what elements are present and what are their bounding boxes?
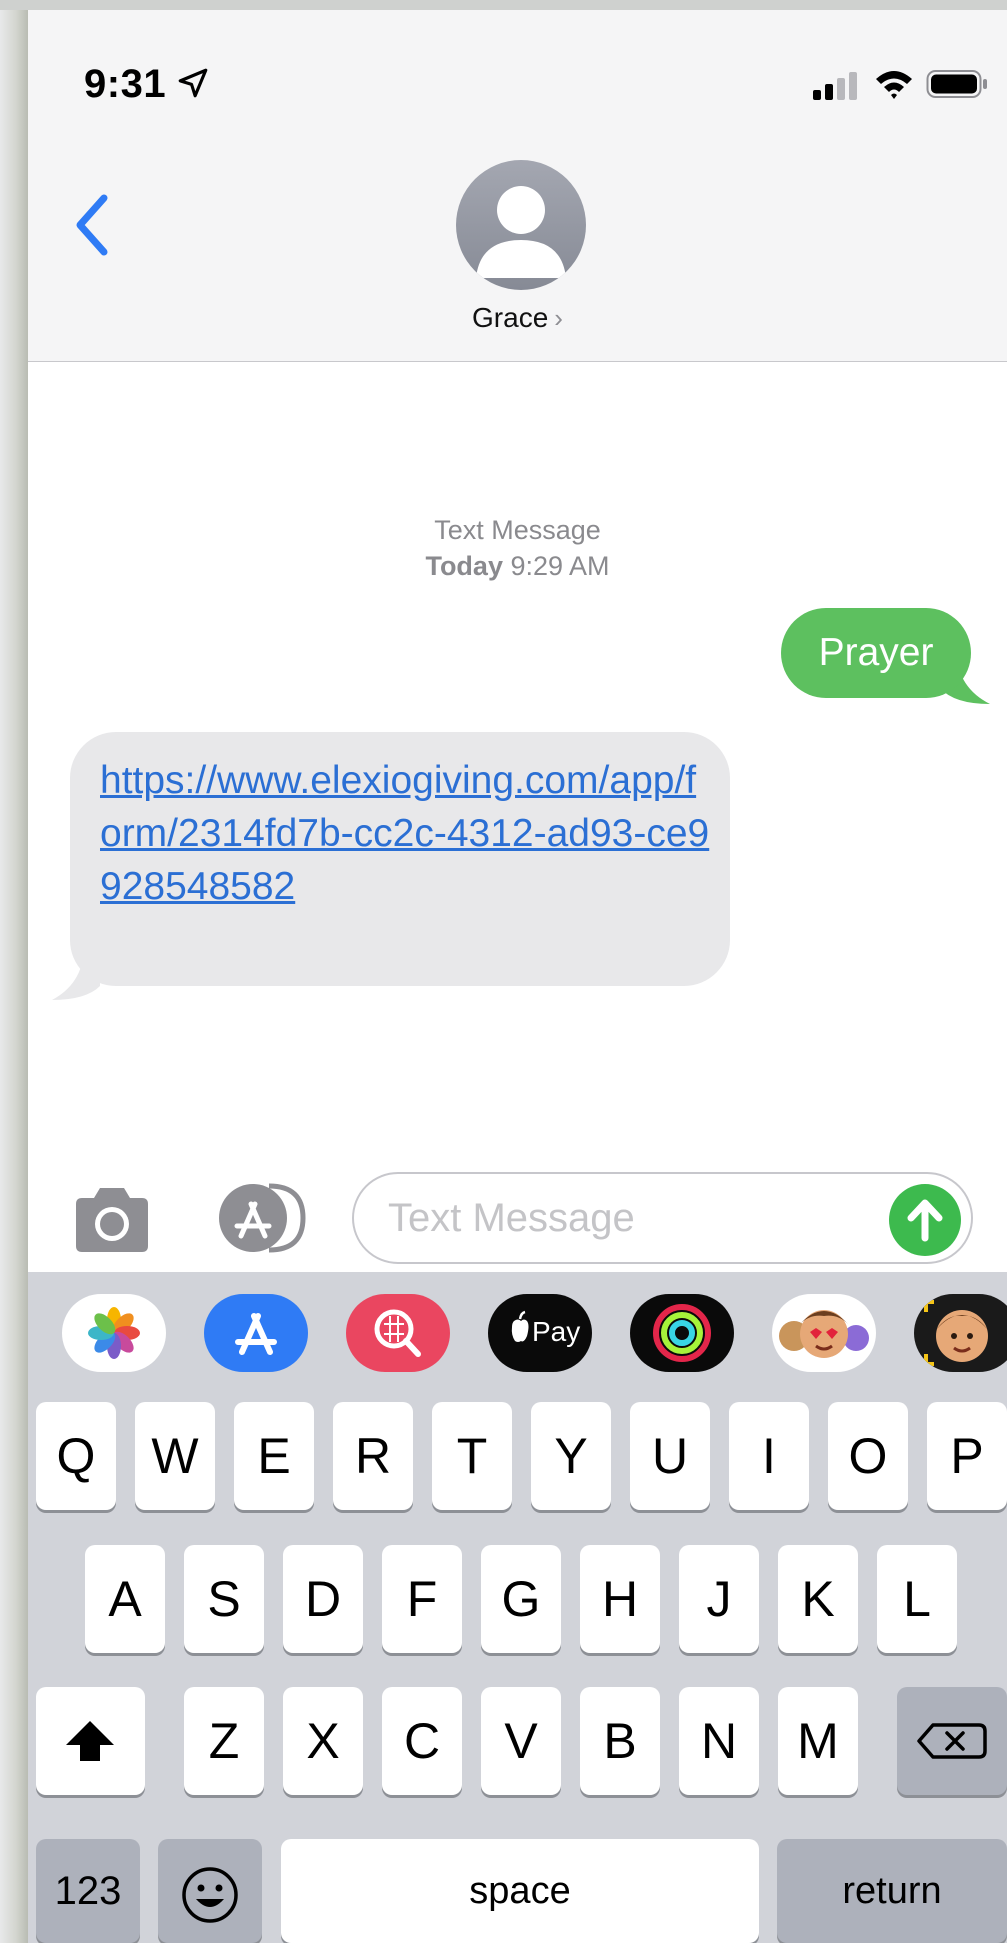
key-k[interactable]: K	[778, 1545, 858, 1653]
key-n[interactable]: N	[679, 1687, 759, 1795]
outgoing-message-text: Prayer	[818, 631, 934, 674]
shift-arrow-icon	[66, 1721, 114, 1761]
keyboard: Q W E R T Y U I O P A S D F G H J K L Z …	[28, 1402, 1007, 1943]
emoji-icon	[182, 1867, 238, 1923]
message-input[interactable]	[388, 1188, 868, 1248]
key-d[interactable]: D	[283, 1545, 363, 1653]
return-key[interactable]: return	[777, 1839, 1007, 1943]
contact-name-button[interactable]: Grace ›	[28, 302, 1007, 334]
key-u[interactable]: U	[630, 1402, 710, 1510]
delete-key[interactable]	[897, 1687, 1007, 1795]
phone-screen: 9:31 Grace › Text Message Today 9:29 AM …	[28, 10, 1007, 1943]
numbers-key[interactable]: 123	[36, 1839, 140, 1943]
activity-icon[interactable]	[630, 1294, 734, 1372]
key-q[interactable]: Q	[36, 1402, 116, 1510]
key-g[interactable]: G	[481, 1545, 561, 1653]
incoming-message-bubble: https://www.elexiogiving.com/app/form/23…	[70, 732, 730, 986]
key-o[interactable]: O	[828, 1402, 908, 1510]
timestamp-time: 9:29 AM	[510, 551, 610, 581]
animoji-icon[interactable]	[914, 1294, 1007, 1372]
space-key[interactable]: space	[281, 1839, 759, 1943]
app-store-drawer-icon[interactable]	[211, 1182, 307, 1254]
contact-avatar[interactable]	[456, 160, 586, 290]
key-r[interactable]: R	[333, 1402, 413, 1510]
key-s[interactable]: S	[184, 1545, 264, 1653]
arrow-up-icon	[907, 1199, 943, 1242]
key-f[interactable]: F	[382, 1545, 462, 1653]
cellular-signal-icon	[813, 72, 857, 100]
backspace-icon	[917, 1723, 987, 1759]
key-x[interactable]: X	[283, 1687, 363, 1795]
photos-app-icon[interactable]	[62, 1294, 166, 1372]
key-y[interactable]: Y	[531, 1402, 611, 1510]
key-v[interactable]: V	[481, 1687, 561, 1795]
outgoing-message-bubble[interactable]: Prayer	[781, 608, 971, 698]
person-silhouette-icon	[476, 186, 566, 278]
emoji-key[interactable]	[158, 1839, 262, 1943]
service-label: Text Message	[434, 515, 601, 545]
key-w[interactable]: W	[135, 1402, 215, 1510]
battery-icon	[926, 70, 987, 98]
apple-pay-icon[interactable]: Pay	[488, 1294, 592, 1372]
key-i[interactable]: I	[729, 1402, 809, 1510]
chevron-right-icon: ›	[554, 303, 563, 333]
key-p[interactable]: P	[927, 1402, 1007, 1510]
device-bezel-top	[0, 0, 1007, 10]
key-m[interactable]: M	[778, 1687, 858, 1795]
status-time: 9:31	[84, 62, 167, 106]
device-bezel	[0, 0, 28, 1943]
message-list[interactable]: Text Message Today 9:29 AM Prayer https:…	[28, 362, 1007, 1162]
send-button[interactable]	[889, 1184, 961, 1256]
back-chevron-icon[interactable]	[70, 192, 114, 258]
shift-key[interactable]	[36, 1687, 145, 1795]
contact-name: Grace	[472, 302, 549, 333]
app-store-icon[interactable]	[204, 1294, 308, 1372]
timestamp-day: Today	[425, 551, 503, 581]
wifi-icon	[876, 71, 912, 99]
key-t[interactable]: T	[432, 1402, 512, 1510]
key-a[interactable]: A	[85, 1545, 165, 1653]
key-j[interactable]: J	[679, 1545, 759, 1653]
compose-bar	[28, 1162, 1007, 1272]
message-link[interactable]: https://www.elexiogiving.com/app/form/23…	[100, 754, 710, 913]
key-b[interactable]: B	[580, 1687, 660, 1795]
imessage-app-strip: Pay	[28, 1272, 1007, 1402]
key-e[interactable]: E	[234, 1402, 314, 1510]
key-h[interactable]: H	[580, 1545, 660, 1653]
apple-pay-label: Pay	[532, 1316, 580, 1347]
message-timestamp: Today 9:29 AM	[28, 548, 1007, 584]
key-l[interactable]: L	[877, 1545, 957, 1653]
camera-icon[interactable]	[70, 1182, 154, 1256]
memoji-stickers-icon[interactable]	[772, 1294, 876, 1372]
images-search-icon[interactable]	[346, 1294, 450, 1372]
message-input-field[interactable]	[352, 1172, 973, 1264]
key-z[interactable]: Z	[184, 1687, 264, 1795]
status-bar: 9:31	[28, 10, 1007, 130]
key-c[interactable]: C	[382, 1687, 462, 1795]
location-arrow-icon	[178, 68, 208, 98]
conversation-header: Grace ›	[28, 130, 1007, 362]
